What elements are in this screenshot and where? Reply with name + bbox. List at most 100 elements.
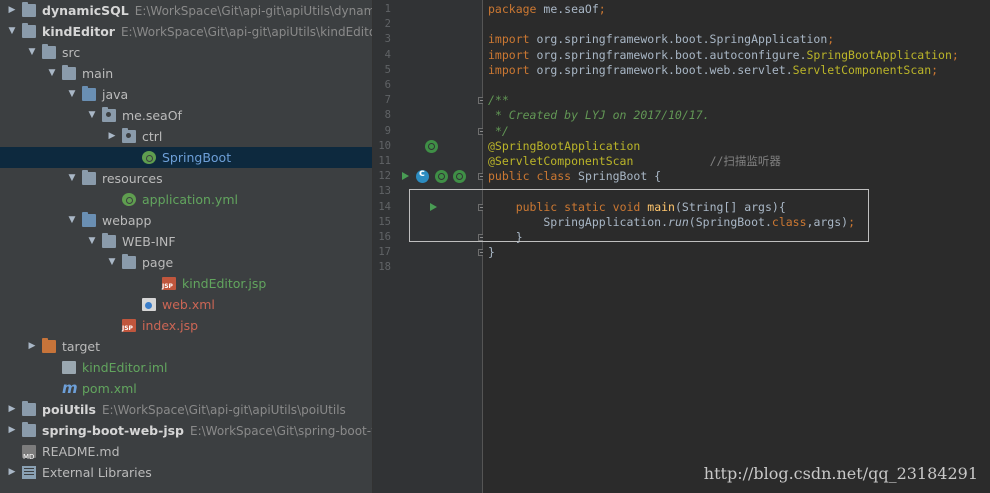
code-token: */ bbox=[488, 123, 509, 138]
line-number: 14 bbox=[378, 200, 391, 213]
code-token: } bbox=[488, 245, 495, 260]
line-number: 13 bbox=[378, 185, 391, 198]
tree-item[interactable]: ▶ spring-boot-web-jsp E:\WorkSpace\Git\spr… bbox=[0, 420, 372, 441]
tree-item[interactable]: ▼ main bbox=[0, 63, 372, 84]
chevron-down-icon[interactable]: ▼ bbox=[26, 42, 38, 63]
line-number: 10 bbox=[378, 139, 391, 152]
package-icon bbox=[122, 128, 136, 143]
code-line[interactable]: package me.seaOf; bbox=[488, 2, 606, 17]
line-number: 2 bbox=[384, 18, 391, 31]
watermark: http://blog.csdn.net/qq_23184291 bbox=[703, 464, 978, 483]
line-number: 7 bbox=[384, 94, 391, 107]
project-tool-window: ▶ dynamicSQL E:\WorkSpace\Git\api-git\apiU… bbox=[0, 0, 373, 493]
tree-item[interactable]: ▶ ctrl bbox=[0, 126, 372, 147]
bean-icon[interactable] bbox=[435, 170, 448, 184]
spring-class-icon[interactable] bbox=[416, 168, 429, 184]
chevron-right-icon[interactable]: ▶ bbox=[6, 462, 18, 483]
chevron-right-icon[interactable]: ▶ bbox=[6, 0, 18, 21]
chevron-down-icon[interactable]: ▼ bbox=[46, 63, 58, 84]
tree-item[interactable]: web.xml bbox=[0, 294, 372, 315]
tree-item[interactable]: application.yml bbox=[0, 189, 372, 210]
highlight-box bbox=[409, 189, 869, 242]
tree-item[interactable]: kindEditor.iml bbox=[0, 357, 372, 378]
tree-item[interactable]: SpringBoot bbox=[0, 147, 372, 168]
tree-item-label: ctrl bbox=[142, 129, 163, 144]
tree-item-label: page bbox=[142, 255, 174, 270]
line-number: 3 bbox=[384, 33, 391, 46]
chevron-down-icon[interactable]: ▼ bbox=[106, 252, 118, 273]
chevron-down-icon[interactable]: ▼ bbox=[6, 21, 18, 42]
tree-item[interactable]: ▼ src bbox=[0, 42, 372, 63]
code-line[interactable]: import org.springframework.boot.SpringAp… bbox=[488, 32, 834, 47]
code-token: //扫描监听器 bbox=[633, 154, 781, 168]
chevron-down-icon[interactable]: ▼ bbox=[86, 105, 98, 126]
line-number: 1 bbox=[384, 3, 391, 15]
tree-item[interactable]: m pom.xml bbox=[0, 378, 372, 399]
tree-item[interactable]: ▼ webapp bbox=[0, 210, 372, 231]
code-line[interactable]: @SpringBootApplication bbox=[488, 139, 640, 154]
tree-item[interactable]: ▼ kindEditor E:\WorkSpace\Git\api-git\apiU… bbox=[0, 21, 372, 42]
tree-item-path: E:\WorkSpace\Git\api-git\apiUtils\poiUti… bbox=[101, 403, 346, 417]
tree-item[interactable]: ▼ WEB-INF bbox=[0, 231, 372, 252]
code-token: public bbox=[488, 169, 537, 184]
tree-item[interactable]: kindEditor.jsp bbox=[0, 273, 372, 294]
code-token: ; bbox=[827, 32, 835, 47]
code-token: ; bbox=[951, 47, 959, 62]
chevron-right-icon[interactable]: ▶ bbox=[6, 399, 18, 420]
chevron-right-icon[interactable]: ▶ bbox=[6, 420, 18, 441]
chevron-down-icon[interactable]: ▼ bbox=[66, 168, 78, 189]
tree-item-label: index.jsp bbox=[142, 318, 199, 333]
code-token: org.springframework.boot.SpringApplicati… bbox=[536, 32, 828, 47]
code-token: import bbox=[488, 62, 537, 77]
chevron-right-icon[interactable]: ▶ bbox=[26, 336, 38, 357]
chevron-right-icon[interactable]: ▶ bbox=[106, 126, 118, 147]
tree-item[interactable]: index.jsp bbox=[0, 315, 372, 336]
tree-item-label: resources bbox=[102, 171, 163, 186]
leaf-icon bbox=[122, 193, 136, 206]
code-line[interactable]: import org.springframework.boot.autoconf… bbox=[488, 48, 959, 63]
code-line[interactable]: public class SpringBoot { bbox=[488, 169, 661, 184]
line-number: 15 bbox=[378, 215, 391, 228]
code-line[interactable]: @ServletComponentScan //扫描监听器 bbox=[488, 154, 781, 169]
module-icon bbox=[22, 2, 36, 17]
run-icon[interactable] bbox=[402, 172, 409, 181]
code-token: ServletComponentScan bbox=[792, 62, 932, 77]
line-number: 16 bbox=[378, 231, 391, 243]
tree-item[interactable]: ▼ me.seaOf bbox=[0, 105, 372, 126]
code-line[interactable]: */ bbox=[488, 124, 509, 139]
tree-item-label: External Libraries bbox=[42, 465, 152, 480]
line-number: 4 bbox=[384, 48, 391, 61]
tree-item-path: E:\WorkSpace\Git\api-git\apiUtils\kindEd… bbox=[120, 25, 373, 39]
bulb-icon[interactable] bbox=[453, 170, 466, 184]
jsp-icon bbox=[162, 277, 176, 290]
tree-item[interactable]: ▶ dynamicSQL E:\WorkSpace\Git\api-git\apiU… bbox=[0, 0, 372, 21]
spring-class-icon bbox=[142, 151, 156, 164]
line-number: 8 bbox=[384, 109, 391, 122]
tree-item[interactable]: ▶ target bbox=[0, 336, 372, 357]
tree-item-label: webapp bbox=[102, 213, 152, 228]
tree-item-label: README.md bbox=[42, 444, 120, 459]
tree-item-label: WEB-INF bbox=[122, 234, 176, 249]
chevron-down-icon[interactable]: ▼ bbox=[66, 210, 78, 231]
tree-item[interactable]: ▶ External Libraries bbox=[0, 462, 372, 483]
code-line[interactable]: import org.springframework.boot.web.serv… bbox=[488, 63, 938, 78]
tree-item[interactable]: ▼ page bbox=[0, 252, 372, 273]
code-editor[interactable]: package me.seaOf; import org.springframew… bbox=[483, 0, 990, 493]
tree-item-label: web.xml bbox=[162, 297, 215, 312]
tree-item[interactable]: ▼ resources bbox=[0, 168, 372, 189]
code-line[interactable]: * Created by LYJ on 2017/10/17. bbox=[488, 108, 710, 123]
tree-item-label: poiUtils E:\WorkSpace\Git\api-git\apiUtil… bbox=[42, 402, 346, 417]
tree-item-label: kindEditor.jsp bbox=[182, 276, 267, 291]
code-line[interactable]: /** bbox=[488, 93, 509, 108]
code-token: me.seaOf bbox=[543, 2, 599, 16]
tree-item[interactable]: ▶ poiUtils E:\WorkSpace\Git\api-git\apiUti… bbox=[0, 399, 372, 420]
code-line[interactable]: } bbox=[488, 245, 495, 260]
chevron-down-icon[interactable]: ▼ bbox=[86, 231, 98, 252]
tree-item[interactable]: README.md bbox=[0, 441, 372, 468]
tree-item-label: target bbox=[62, 339, 101, 354]
module-icon bbox=[22, 23, 36, 38]
bean-icon[interactable] bbox=[425, 139, 438, 153]
tree-item[interactable]: ▼ java bbox=[0, 84, 372, 105]
chevron-down-icon[interactable]: ▼ bbox=[66, 84, 78, 105]
folder-icon bbox=[62, 65, 76, 80]
